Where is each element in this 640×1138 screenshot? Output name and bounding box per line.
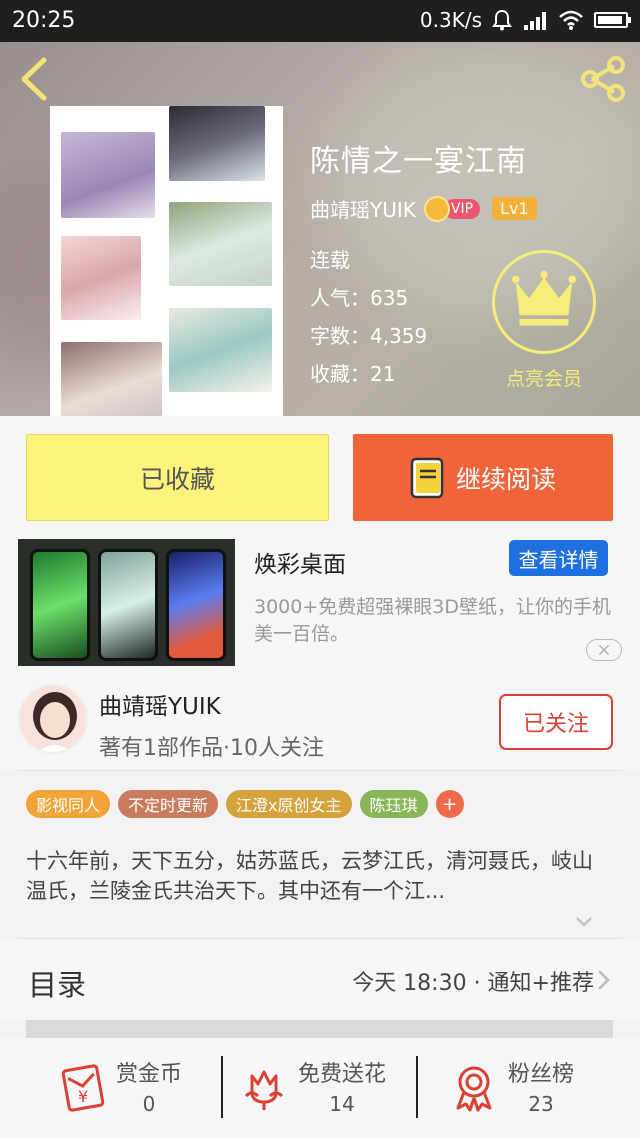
book-summary[interactable]: 十六年前，天下五分，姑苏蓝氏，云梦江氏，清河聂氏，岐山温氏，兰陵金氏共治天下。其… bbox=[26, 846, 612, 906]
flower-icon bbox=[244, 1070, 284, 1110]
wifi-icon bbox=[559, 10, 583, 30]
avatar[interactable] bbox=[18, 684, 88, 754]
book-icon bbox=[410, 457, 444, 498]
divider bbox=[221, 1056, 223, 1118]
reward-coin-button[interactable]: ¥ 赏金币 0 bbox=[56, 1056, 182, 1130]
send-flower-label: 免费送花 bbox=[298, 1062, 387, 1087]
catalog-row[interactable]: 目录 今天 18:30 · 通知+推荐 bbox=[0, 940, 640, 1020]
author-stats: 著有1部作品·10人关注 bbox=[99, 736, 324, 761]
tag[interactable]: 不定时更新 bbox=[118, 790, 219, 818]
send-flower-button[interactable]: 免费送花 14 bbox=[238, 1056, 386, 1130]
author-row[interactable]: 曲靖瑶YUIK 著有1部作品·10人关注 已关注 bbox=[0, 670, 640, 770]
vip-crown-icon bbox=[423, 195, 450, 222]
vip-member-label[interactable]: 点亮会员 bbox=[490, 364, 598, 391]
book-author[interactable]: 曲靖瑶YUIK bbox=[310, 194, 416, 223]
separator-bar bbox=[26, 1020, 613, 1038]
tag-list: 影视同人 不定时更新 江澄x原创女主 陈珏琪 + bbox=[26, 790, 464, 818]
divider bbox=[18, 770, 622, 771]
reward-coin-count: 0 bbox=[142, 1092, 156, 1116]
chevron-down-icon[interactable] bbox=[574, 912, 594, 932]
ad-details-button[interactable]: 查看详情 bbox=[509, 540, 608, 576]
book-word-count: 字数：4,359 bbox=[310, 324, 428, 348]
follow-button[interactable]: 已关注 bbox=[499, 694, 613, 750]
ad-title: 焕彩桌面 bbox=[254, 552, 346, 578]
chevron-right-icon bbox=[598, 970, 610, 990]
book-favorites: 收藏：21 bbox=[310, 362, 396, 386]
battery-icon bbox=[594, 12, 631, 28]
signal-icon bbox=[524, 12, 546, 30]
status-bar: 20:25 0.3K/s bbox=[0, 0, 640, 42]
fan-ranking-button[interactable]: 粉丝榜 23 bbox=[448, 1056, 574, 1130]
ad-banner[interactable]: 焕彩桌面 查看详情 3000+免费超强裸眼3D壁纸，让你的手机美一百倍。 bbox=[0, 528, 640, 670]
network-speed: 0.3K/s bbox=[419, 8, 482, 32]
ad-image[interactable] bbox=[18, 539, 235, 666]
bottom-bar: ¥ 赏金币 0 免费送花 14 粉丝榜 23 bbox=[0, 1038, 640, 1138]
close-icon[interactable] bbox=[586, 639, 622, 661]
book-header: 陈情之一宴江南 曲靖瑶YUIK VIP Lv1 连载 人气：635 字数：4,3… bbox=[0, 42, 640, 416]
divider bbox=[18, 938, 622, 939]
fan-ranking-count: 23 bbox=[528, 1092, 554, 1116]
divider bbox=[416, 1056, 418, 1118]
author-name: 曲靖瑶YUIK bbox=[99, 694, 221, 720]
book-cover[interactable] bbox=[50, 106, 283, 416]
vip-crown-button[interactable] bbox=[492, 250, 596, 354]
book-popularity: 人气：635 bbox=[310, 286, 409, 310]
share-icon[interactable] bbox=[578, 54, 628, 104]
level-badge: Lv1 bbox=[492, 197, 537, 220]
send-flower-count: 14 bbox=[329, 1092, 355, 1116]
reward-coin-label: 赏金币 bbox=[116, 1062, 183, 1087]
catalog-update: 今天 18:30 · 通知+推荐 bbox=[352, 971, 594, 996]
coin-envelope-icon: ¥ bbox=[61, 1064, 105, 1112]
continue-reading-button[interactable]: 继续阅读 bbox=[353, 434, 613, 521]
fan-ranking-label: 粉丝榜 bbox=[508, 1062, 575, 1087]
continue-reading-label: 继续阅读 bbox=[455, 464, 556, 494]
status-time: 20:25 bbox=[12, 8, 76, 33]
vip-badge: VIP bbox=[423, 195, 481, 222]
favorited-button[interactable]: 已收藏 bbox=[26, 434, 329, 521]
back-icon[interactable] bbox=[16, 56, 56, 102]
book-status: 连载 bbox=[310, 248, 350, 272]
book-title: 陈情之一宴江南 bbox=[310, 144, 527, 179]
ad-description: 3000+免费超强裸眼3D壁纸，让你的手机美一百倍。 bbox=[254, 596, 611, 645]
medal-icon bbox=[456, 1066, 492, 1112]
svg-text:¥: ¥ bbox=[78, 1087, 88, 1106]
catalog-label: 目录 bbox=[28, 968, 87, 1002]
action-bar: 已收藏 继续阅读 bbox=[0, 416, 640, 528]
tag[interactable]: 陈珏琪 bbox=[359, 790, 428, 818]
add-tag-button[interactable]: + bbox=[435, 790, 464, 818]
book-author-line: 曲靖瑶YUIK VIP Lv1 bbox=[310, 194, 537, 223]
tag[interactable]: 影视同人 bbox=[26, 790, 111, 818]
bell-icon bbox=[492, 9, 512, 31]
status-icons: 0.3K/s bbox=[419, 8, 631, 32]
tag[interactable]: 江澄x原创女主 bbox=[226, 790, 352, 818]
